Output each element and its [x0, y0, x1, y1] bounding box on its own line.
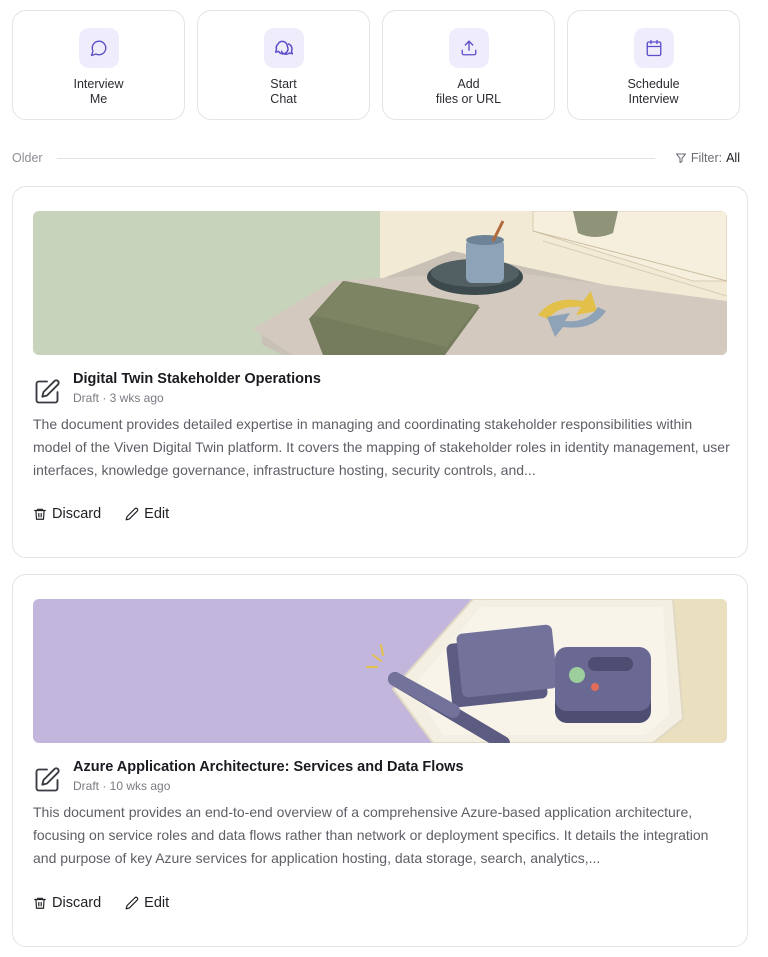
start-chat-button[interactable]: Start Chat [197, 10, 370, 120]
action-label: Schedule Interview [627, 77, 679, 107]
card-title[interactable]: Azure Application Architecture: Services… [73, 758, 464, 776]
section-label: Older [12, 151, 43, 165]
trash-icon [34, 508, 46, 520]
filter-label: Filter: [690, 151, 723, 165]
discard-button[interactable]: Discard [33, 506, 101, 522]
action-label-line1: Interview [73, 77, 124, 91]
action-label: Add files or URL [436, 77, 501, 107]
edit-document-icon [35, 379, 60, 404]
chat-bubbles-icon [263, 28, 304, 68]
trash-icon [34, 897, 46, 909]
action-label: Start Chat [270, 77, 296, 107]
action-label-line1: Start [270, 77, 297, 91]
document-card[interactable]: Azure Application Architecture: Services… [12, 574, 748, 947]
discard-label: Discard [52, 895, 102, 911]
card-title-row: Azure Application Architecture: Services… [33, 758, 464, 794]
card-meta: Draft · 3 wks ago [73, 391, 164, 405]
card-meta: Draft · 10 wks ago [73, 779, 171, 793]
calendar-icon [633, 28, 674, 68]
card-actions: Discard Edit [33, 506, 169, 522]
divider-line [56, 157, 655, 159]
upload-icon [448, 28, 489, 68]
edit-document-icon [35, 767, 60, 792]
filter-icon [675, 153, 686, 163]
card-title[interactable]: Digital Twin Stakeholder Operations [73, 370, 321, 388]
action-label-line2: Chat [270, 92, 297, 106]
interview-me-button[interactable]: Interview Me [12, 10, 185, 120]
action-label: Interview Me [73, 77, 123, 107]
action-label-line1: Schedule [627, 77, 680, 91]
pencil-icon [125, 507, 139, 521]
action-label-line1: Add [457, 77, 480, 91]
filter-value: All [726, 151, 740, 165]
quick-actions: Interview Me Start Chat Add files or URL… [12, 10, 740, 120]
discard-button[interactable]: Discard [33, 895, 101, 911]
pencil-icon [125, 896, 139, 910]
section-divider: Older Filter: All [12, 150, 740, 166]
action-label-line2: Me [89, 92, 108, 106]
card-banner-image [33, 599, 727, 743]
card-title-row: Digital Twin Stakeholder Operations Draf… [33, 370, 321, 406]
document-card[interactable]: Digital Twin Stakeholder Operations Draf… [12, 186, 748, 558]
edit-label: Edit [144, 895, 170, 911]
add-files-button[interactable]: Add files or URL [382, 10, 555, 120]
edit-label: Edit [144, 506, 170, 522]
card-description: The document provides detailed expertise… [33, 416, 730, 478]
card-description: This document provides an end-to-end ove… [33, 804, 709, 866]
action-label-line2: files or URL [435, 92, 502, 106]
chat-bubble-icon [78, 28, 119, 68]
edit-button[interactable]: Edit [125, 895, 169, 911]
card-actions: Discard Edit [33, 895, 169, 911]
action-label-line2: Interview [628, 92, 679, 106]
filter-dropdown[interactable]: Filter: All [675, 151, 740, 165]
schedule-interview-button[interactable]: Schedule Interview [567, 10, 740, 120]
discard-label: Discard [52, 506, 102, 522]
card-banner-image [33, 211, 727, 355]
edit-button[interactable]: Edit [125, 506, 169, 522]
